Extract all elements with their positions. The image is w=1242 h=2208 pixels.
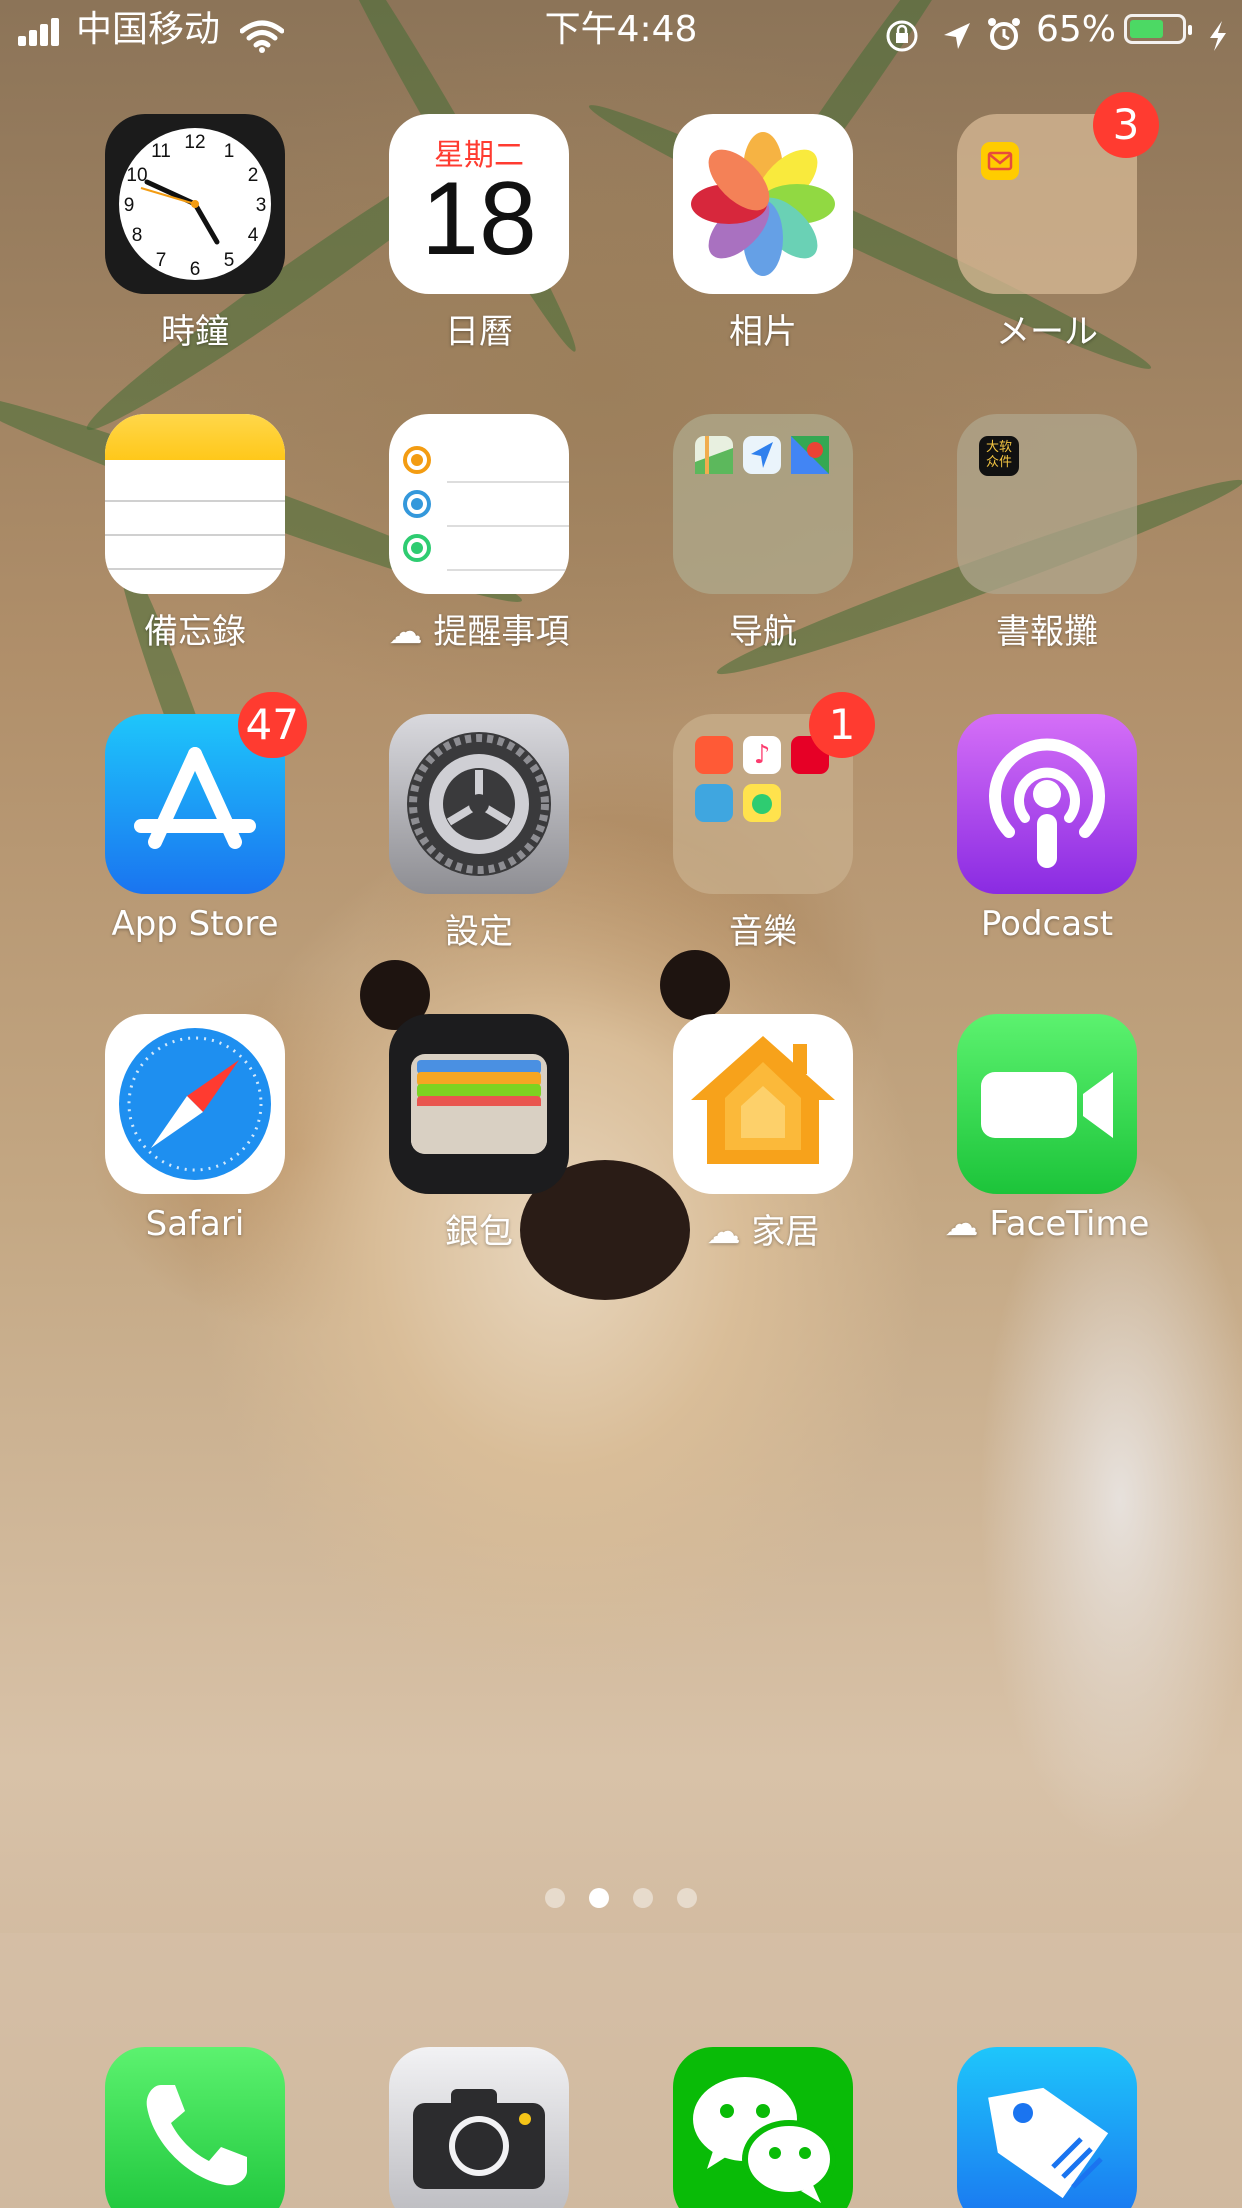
app-label: App Store [111,904,279,944]
folder-icon: 大软 众件 [957,414,1137,594]
calendar-icon: 星期二 18 [389,114,569,294]
navigation-mini-icon [743,436,781,474]
home-screen: 中国移动 下午4:48 65% 12 1 2 3 4 5 6 7 8 9 10 … [0,0,1242,2208]
folder-icon [673,414,853,594]
apple-music-mini-icon: ♪ [743,736,781,774]
svg-text:6: 6 [190,259,201,280]
battery-percent: 65% [1036,9,1117,50]
calendar-day: 18 [421,161,537,277]
safari-compass-icon [105,1014,285,1194]
music-mini-icon [695,736,733,774]
svg-text:11: 11 [151,141,171,162]
newsstand-mini-icon: 大软 众件 [979,436,1019,476]
page-dot[interactable] [545,1888,565,1908]
page-dot[interactable] [633,1888,653,1908]
app-label: 備忘錄 [144,612,246,652]
phone-icon [105,2047,285,2208]
svg-text:5: 5 [224,250,235,271]
google-maps-mini-icon [791,436,829,474]
wechat-icon [673,2047,853,2208]
app-label: 导航 [729,612,797,652]
orientation-lock-icon [886,20,918,52]
notification-badge: 1 [809,692,875,758]
icloud-download-icon: ☁ [944,1204,990,1244]
notes-icon [105,414,285,594]
reminders-icon [389,414,569,594]
app-label: ☁ 提醒事項 [388,612,570,652]
app-label: メール [996,312,1098,352]
svg-text:12: 12 [184,132,205,153]
svg-text:2: 2 [248,165,259,186]
page-dot[interactable] [589,1888,609,1908]
settings-gear-icon [389,714,569,894]
maps-mini-icon [695,436,733,474]
qq-music-mini-icon [743,784,781,822]
page-indicator[interactable] [0,1888,1242,1912]
podcast-icon [957,714,1137,894]
svg-text:1: 1 [224,141,235,162]
svg-text:4: 4 [248,225,259,246]
page-dot[interactable] [677,1888,697,1908]
svg-text:10: 10 [126,165,147,186]
facetime-camera-icon [957,1014,1137,1194]
radio-mini-icon [695,784,733,822]
app-label: Safari [145,1204,245,1244]
svg-text:8: 8 [132,225,143,246]
charging-bolt-icon [1210,21,1226,51]
location-arrow-icon [944,23,970,49]
app-label: 日曆 [445,312,513,352]
price-tag-icon [957,2047,1137,2208]
app-label: 音樂 [729,912,797,952]
dock-phone[interactable] [105,2047,285,2208]
app-label: 時鐘 [161,312,229,352]
status-bar: 中国移动 下午4:48 65% [0,0,1242,60]
app-label: 相片 [729,312,797,352]
notification-badge: 3 [1093,92,1159,158]
icloud-download-icon: ☁ [706,1212,752,1252]
app-label: Podcast [980,904,1114,944]
dock-price-tag[interactable] [957,2047,1137,2208]
svg-text:7: 7 [156,250,167,271]
battery-icon [1124,14,1192,44]
svg-text:3: 3 [256,195,267,216]
home-house-icon [673,1014,853,1194]
dock-wechat[interactable] [673,2047,853,2208]
dock-camera[interactable] [389,2047,569,2208]
photos-icon [673,114,853,294]
app-label: 銀包 [445,1212,513,1252]
wallet-icon [389,1014,569,1194]
svg-text:9: 9 [124,195,135,216]
app-label: 設定 [445,912,513,952]
mail-mini-icon [981,142,1019,180]
clock-icon: 12 1 2 3 4 5 6 7 8 9 10 11 [105,114,285,294]
wallpaper-puppy-eye [660,950,730,1020]
app-label: ☁ 家居 [706,1212,820,1252]
app-label: ☁ FaceTime [944,1204,1150,1244]
icloud-download-icon: ☁ [388,612,434,652]
notification-badge: 47 [237,692,307,758]
alarm-clock-icon [988,18,1020,50]
camera-icon [389,2047,569,2208]
app-label: 書報攤 [996,612,1098,652]
